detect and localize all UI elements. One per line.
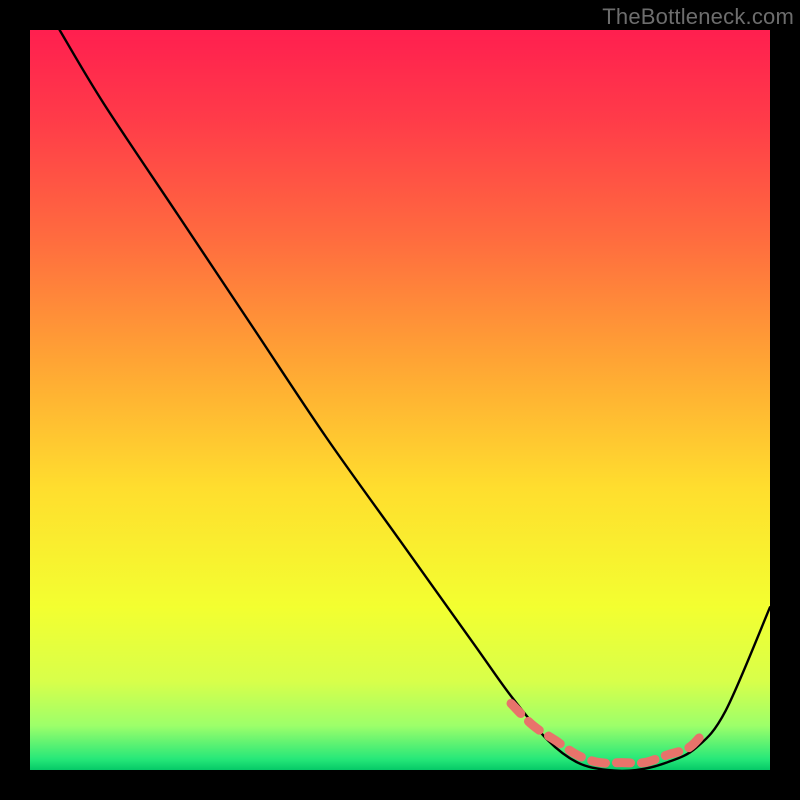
watermark-text: TheBottleneck.com — [602, 4, 794, 30]
plot-area — [30, 30, 770, 770]
gradient-background — [30, 30, 770, 770]
bottleneck-chart — [30, 30, 770, 770]
chart-frame: TheBottleneck.com — [0, 0, 800, 800]
